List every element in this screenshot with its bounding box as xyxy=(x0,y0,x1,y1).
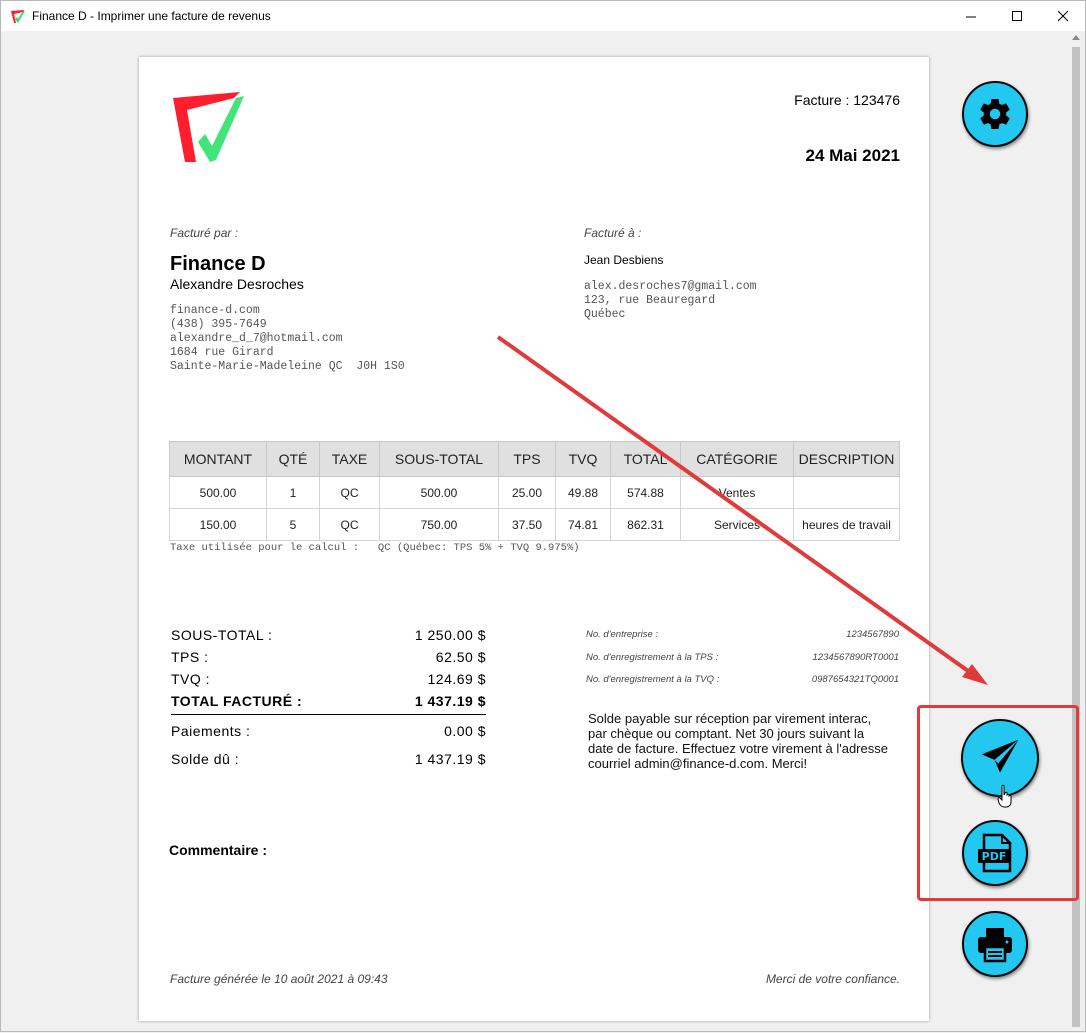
hand-cursor-icon xyxy=(997,784,1012,808)
